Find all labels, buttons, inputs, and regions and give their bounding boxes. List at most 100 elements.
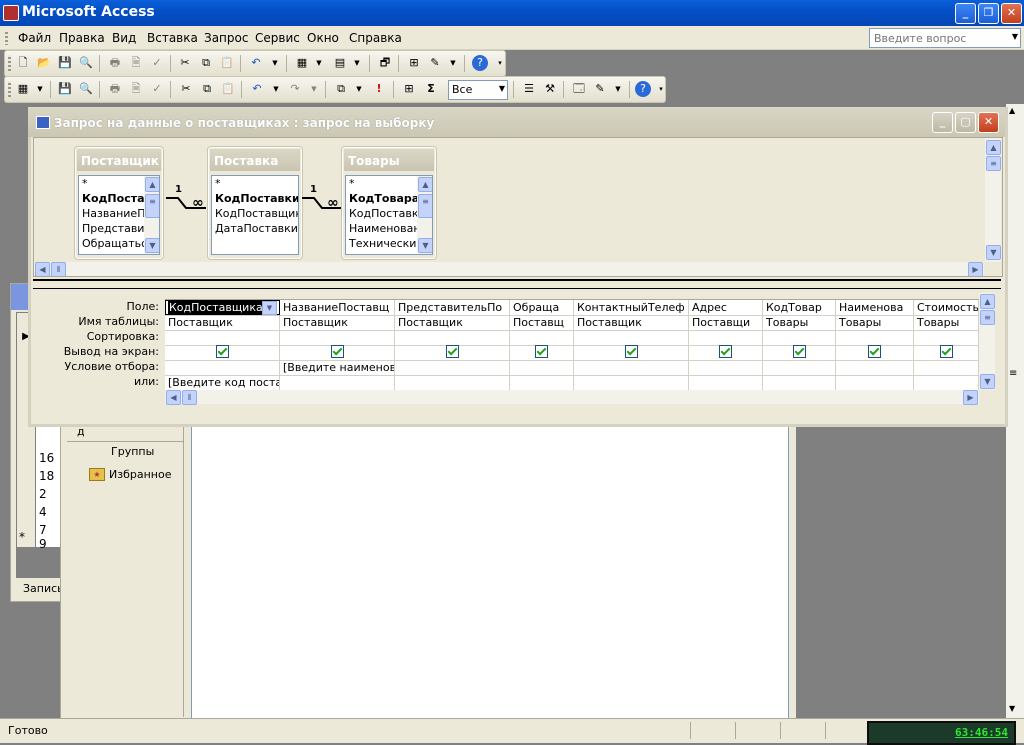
- grid-cell-criteria[interactable]: [689, 360, 763, 375]
- menu-insert[interactable]: Вставка: [147, 31, 198, 45]
- grid-cell-criteria[interactable]: [395, 360, 510, 375]
- redo-icon[interactable]: ↷: [287, 81, 303, 97]
- grid-cell-table[interactable]: Поставщик: [395, 315, 510, 330]
- grid-cell-criteria[interactable]: [836, 360, 914, 375]
- show-checkbox[interactable]: [792, 345, 806, 358]
- show-table-icon[interactable]: ⊞: [401, 81, 417, 97]
- grid-cell-field[interactable]: КодТовар: [763, 300, 836, 315]
- scroll-thumb[interactable]: ≡: [418, 194, 432, 218]
- grid-cell-field[interactable]: КонтактныйТелеф: [574, 300, 689, 315]
- menu-edit[interactable]: Правка: [59, 31, 105, 45]
- favorites-label[interactable]: Избранное: [109, 468, 171, 481]
- new-object-icon[interactable]: ✎: [592, 81, 608, 97]
- grid-cell-sort[interactable]: [395, 330, 510, 345]
- access-app-icon[interactable]: [3, 5, 19, 21]
- show-checkbox[interactable]: [868, 345, 881, 358]
- grid-cell-or[interactable]: [Введите код постав: [165, 375, 280, 390]
- scroll-thumb[interactable]: ⦀: [182, 390, 197, 405]
- grid-cell-criteria[interactable]: [165, 360, 280, 375]
- copy-icon[interactable]: ⧉: [198, 55, 214, 71]
- grid-cell-show[interactable]: [510, 345, 574, 360]
- show-checkbox[interactable]: [624, 345, 638, 358]
- scroll-up-icon[interactable]: ▲: [980, 294, 995, 309]
- show-checkbox[interactable]: [445, 345, 459, 358]
- field-dropdown-icon[interactable]: ▼: [262, 301, 277, 315]
- chevron-down-icon[interactable]: ▼: [1012, 32, 1018, 41]
- datasheet-cell[interactable]: 18: [39, 469, 54, 483]
- properties-icon[interactable]: ☰: [521, 81, 537, 97]
- new-object-icon[interactable]: ✎: [427, 55, 443, 71]
- field-list-title[interactable]: Поставщик: [77, 149, 161, 171]
- grid-cell-or[interactable]: [689, 375, 763, 390]
- view-icon[interactable]: ▦: [15, 81, 31, 97]
- table-pane-vscroll[interactable]: ▲ ≡ ▼: [985, 138, 1001, 262]
- toolbar-grip[interactable]: [8, 55, 11, 72]
- show-checkbox[interactable]: [535, 345, 548, 358]
- design-grid[interactable]: КодПоставщика ▼ НазваниеПоставщ Представите…: [165, 293, 979, 391]
- pane-splitter[interactable]: [33, 279, 1001, 289]
- scroll-right-icon[interactable]: ▶: [963, 390, 978, 405]
- paste-icon[interactable]: 📋: [220, 81, 236, 97]
- grid-cell-or[interactable]: [574, 375, 689, 390]
- field-list-title[interactable]: Поставка: [210, 149, 300, 171]
- grid-cell-sort[interactable]: [689, 330, 763, 345]
- spelling-icon[interactable]: ✓: [149, 81, 165, 97]
- new-object-dropdown-icon[interactable]: ▼: [445, 55, 461, 71]
- query-window-title-bar[interactable]: Запрос на данные о поставщиках : запрос …: [28, 107, 1005, 137]
- field-list-delivery[interactable]: Поставка * КодПоставки КодПоставщика Дат…: [207, 146, 303, 260]
- help-icon[interactable]: ?: [635, 81, 651, 97]
- grid-cell-table[interactable]: Товары: [763, 315, 836, 330]
- chevron-down-icon[interactable]: ▼: [499, 84, 505, 93]
- grid-cell-show[interactable]: [165, 345, 280, 360]
- spelling-icon[interactable]: ✓: [149, 55, 165, 71]
- grid-cell-table[interactable]: Поставщ: [510, 315, 574, 330]
- search-icon[interactable]: 🔍: [78, 55, 94, 71]
- grid-cell-show[interactable]: [574, 345, 689, 360]
- help-icon[interactable]: ?: [472, 55, 488, 71]
- code-icon[interactable]: 🗗: [377, 55, 393, 71]
- print-preview-icon[interactable]: 🗎: [128, 55, 144, 71]
- datasheet-cell[interactable]: 7: [39, 523, 47, 537]
- field-list-title[interactable]: Товары: [344, 149, 434, 171]
- groups-label[interactable]: Группы: [111, 445, 154, 458]
- view-dropdown-icon[interactable]: ▼: [32, 81, 48, 97]
- scroll-thumb[interactable]: ≡: [980, 310, 995, 325]
- query-type-dropdown-icon[interactable]: ▼: [351, 81, 367, 97]
- database-window-icon[interactable]: 🗔: [571, 81, 587, 97]
- query-icon[interactable]: [36, 116, 50, 129]
- print-icon[interactable]: 🖶: [107, 81, 123, 97]
- grid-cell-sort[interactable]: [914, 330, 979, 345]
- toolbar-options-icon[interactable]: ▾: [492, 55, 508, 71]
- field-item[interactable]: *: [212, 176, 298, 191]
- grid-cell-criteria[interactable]: [Введите наименован: [280, 360, 395, 375]
- grid-cell-criteria[interactable]: [574, 360, 689, 375]
- mdi-vertical-scrollbar[interactable]: ▲ ≡ ▼: [1006, 104, 1024, 718]
- grid-cell-criteria[interactable]: [763, 360, 836, 375]
- field-item[interactable]: КодПоставки: [212, 191, 298, 206]
- field-list-scrollbar[interactable]: ▲ ≡ ▼: [417, 176, 432, 254]
- scroll-up-icon[interactable]: ▲: [418, 177, 432, 192]
- field-list-goods[interactable]: Товары * КодТовара КодПоставки Наименова…: [341, 146, 437, 260]
- scroll-down-icon[interactable]: ▼: [1009, 704, 1015, 713]
- analyze-dropdown-icon[interactable]: ▼: [349, 55, 365, 71]
- grid-cell-table[interactable]: Поставщик: [280, 315, 395, 330]
- analyze-icon[interactable]: ▤: [332, 55, 348, 71]
- table-pane-hscroll[interactable]: ◀ ⦀ ▶: [34, 262, 984, 276]
- scroll-left-icon[interactable]: ◀: [166, 390, 181, 405]
- query-type-icon[interactable]: ⧉: [333, 81, 349, 97]
- scroll-thumb-icon[interactable]: ≡: [1009, 368, 1017, 379]
- grid-cell-show[interactable]: [689, 345, 763, 360]
- grid-cell-table[interactable]: Товары: [914, 315, 979, 330]
- grid-cell-field[interactable]: НазваниеПоставщ: [280, 300, 395, 315]
- paste-icon[interactable]: 📋: [219, 55, 235, 71]
- print-icon[interactable]: 🖶: [107, 55, 123, 71]
- scroll-down-icon[interactable]: ▼: [418, 238, 432, 253]
- grid-cell-field[interactable]: Стоимость: [914, 300, 979, 315]
- grid-cell-show[interactable]: [763, 345, 836, 360]
- undo-dropdown-icon[interactable]: ▼: [267, 55, 283, 71]
- cut-icon[interactable]: ✂: [178, 81, 194, 97]
- scroll-up-icon[interactable]: ▲: [145, 177, 159, 192]
- column-selectors[interactable]: [165, 293, 979, 300]
- grid-cell-field[interactable]: Адрес: [689, 300, 763, 315]
- menubar-grip[interactable]: [5, 30, 8, 45]
